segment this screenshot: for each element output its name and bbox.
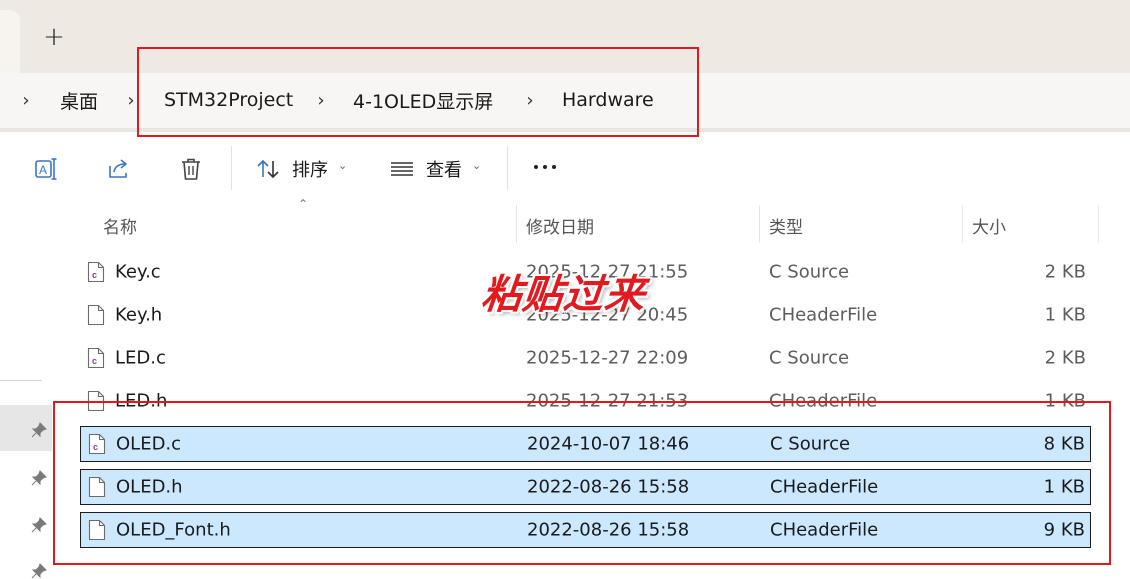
new-tab-button[interactable]: +: [36, 20, 72, 54]
file-size: 2 KB: [1044, 347, 1086, 369]
sort-icon[interactable]: [253, 154, 283, 184]
column-separator[interactable]: [962, 205, 963, 243]
file-size: 1 KB: [1044, 304, 1086, 326]
breadcrumb-separator-icon[interactable]: ›: [19, 88, 33, 112]
c-source-file-icon: c: [87, 347, 105, 369]
more-icon[interactable]: [530, 152, 560, 182]
column-header-name[interactable]: 名称: [103, 213, 137, 238]
column-separator[interactable]: [516, 205, 517, 243]
share-icon[interactable]: [104, 154, 134, 184]
toolbar-separator: [231, 146, 232, 190]
pin-icon: [31, 470, 47, 486]
svg-text:c: c: [92, 356, 97, 366]
file-name: Key.c: [115, 261, 161, 283]
view-chevron-down-icon[interactable]: ⌄: [472, 159, 481, 172]
file-name: Key.h: [115, 304, 163, 326]
annotation-paste-label: 粘贴过来: [479, 272, 648, 318]
annotation-box-path: [137, 47, 699, 137]
column-header-type[interactable]: 类型: [769, 213, 803, 238]
column-header-date[interactable]: 修改日期: [526, 213, 594, 238]
svg-text:A: A: [39, 163, 47, 177]
breadcrumb-separator-icon[interactable]: ›: [124, 88, 138, 112]
breadcrumb-item-desktop[interactable]: 桌面: [60, 87, 98, 113]
column-separator[interactable]: [1098, 205, 1099, 243]
file-size: 2 KB: [1044, 261, 1086, 283]
sort-button[interactable]: 排序: [292, 156, 328, 182]
view-icon[interactable]: [387, 154, 417, 184]
rename-icon[interactable]: A: [32, 154, 62, 184]
file-type: C Source: [769, 347, 850, 369]
nav-separator: [0, 380, 42, 381]
column-header-size[interactable]: 大小: [972, 213, 1006, 238]
pin-icon: [31, 563, 47, 579]
c-source-file-icon: c: [87, 261, 105, 283]
file-type: CHeaderFile: [769, 304, 878, 326]
pin-icon: [31, 422, 47, 438]
file-date: 2025-12-27 22:09: [526, 347, 689, 369]
file-name: LED.c: [115, 347, 166, 369]
file-row[interactable]: c LED.c 2025-12-27 22:09 C Source 2 KB: [80, 340, 1091, 376]
file-type: C Source: [769, 261, 850, 283]
header-file-icon: [87, 304, 105, 326]
svg-text:c: c: [92, 270, 97, 280]
annotation-box-files: [53, 401, 1111, 565]
sort-chevron-down-icon[interactable]: ⌄: [338, 159, 347, 172]
command-bar: A 排序 ⌄ 查看 ⌄: [0, 132, 1130, 204]
active-tab[interactable]: [0, 10, 20, 73]
sort-up-caret-icon: ⌃: [298, 197, 309, 211]
pin-icon: [31, 517, 47, 533]
toolbar-separator: [507, 146, 508, 190]
navigation-pane: [0, 204, 56, 579]
view-button[interactable]: 查看: [426, 156, 462, 182]
delete-icon[interactable]: [176, 154, 206, 184]
column-separator[interactable]: [759, 205, 760, 243]
